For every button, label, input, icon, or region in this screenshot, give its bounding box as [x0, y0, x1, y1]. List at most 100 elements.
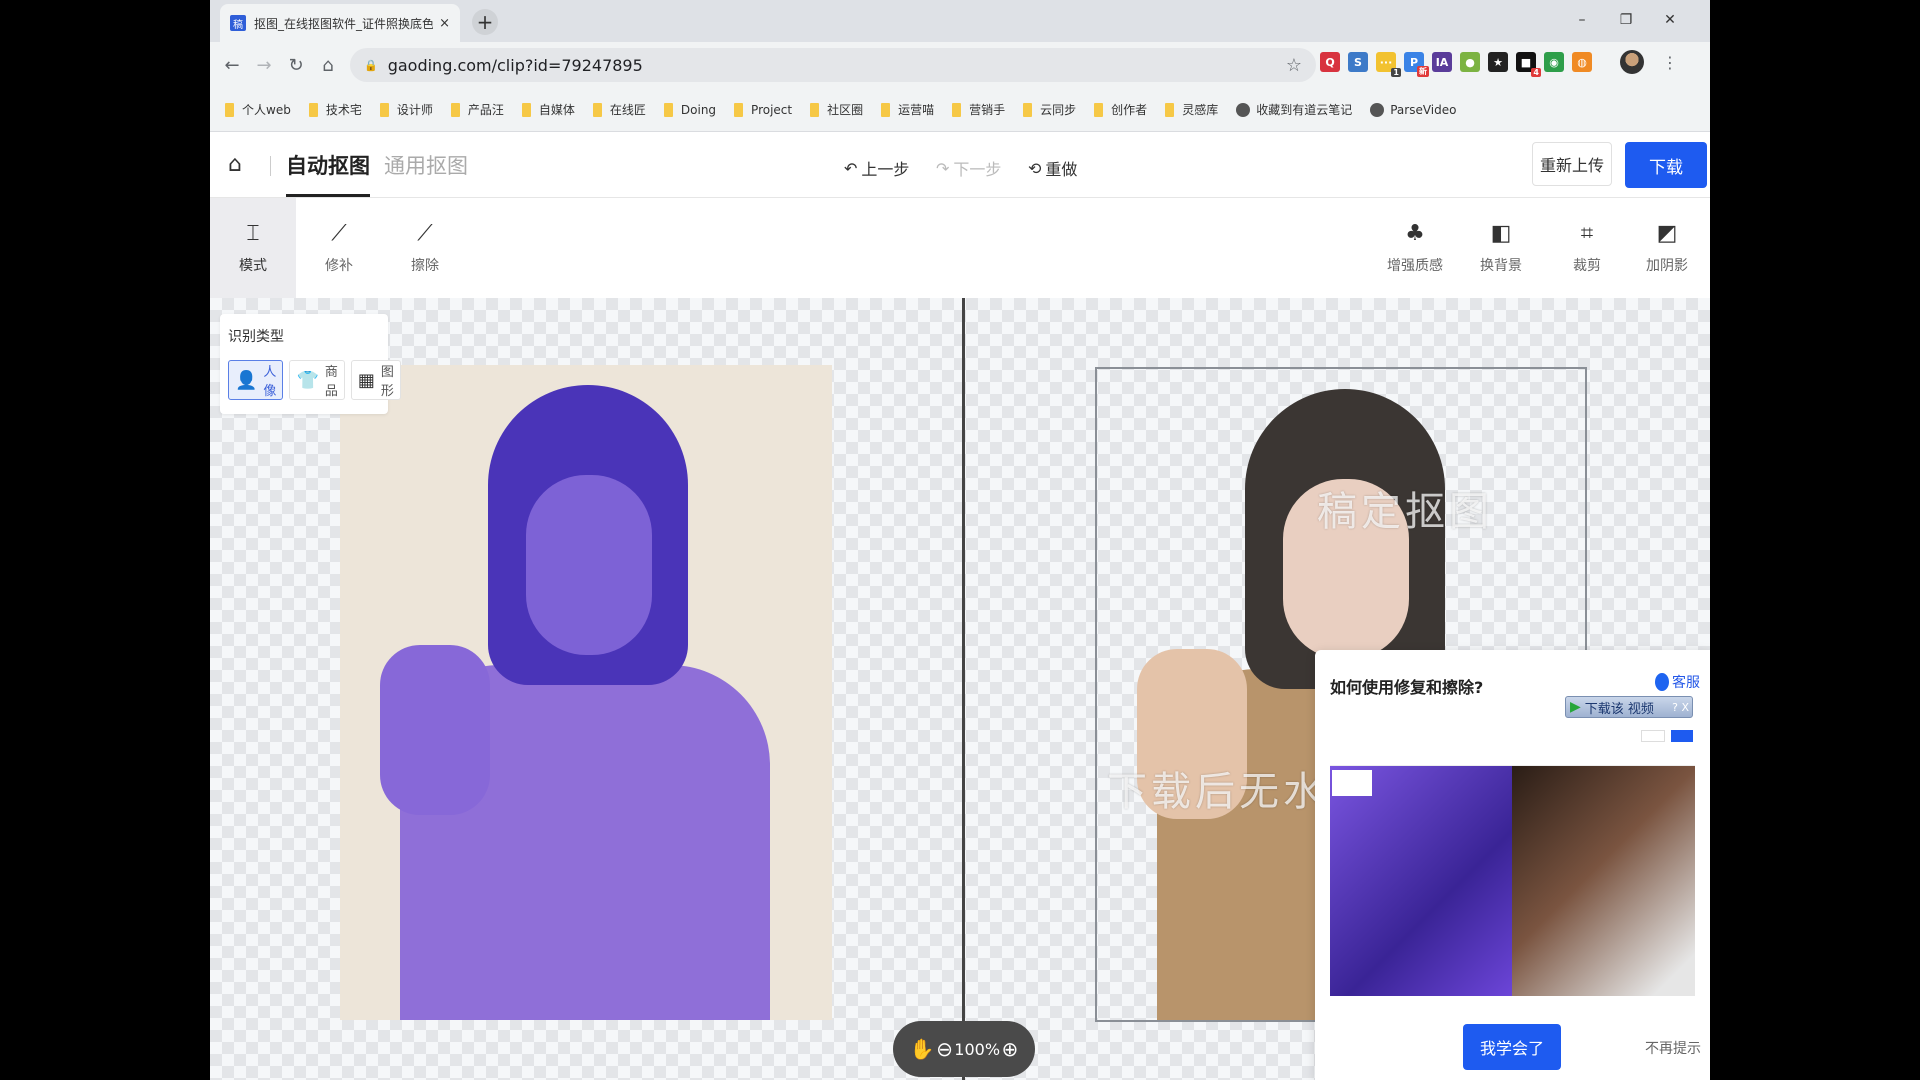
- notes-ext-icon[interactable]: ··· 1: [1376, 52, 1401, 77]
- tool-repair[interactable]: ⟋ 修补: [296, 198, 382, 298]
- home-icon[interactable]: ⌂: [228, 152, 242, 177]
- evernote-ext-icon[interactable]: ■ 4: [1516, 52, 1541, 77]
- zoom-in-icon[interactable]: ⊕: [1002, 1037, 1019, 1061]
- bookmark-star-icon[interactable]: ☆: [1286, 55, 1302, 76]
- tool-enhance[interactable]: ♣ 增强质感: [1372, 198, 1458, 298]
- undo-button[interactable]: ↶ 上一步: [844, 156, 909, 180]
- background-panel-icon: ◧: [1490, 221, 1512, 246]
- search-ext-icon[interactable]: Q: [1320, 52, 1340, 72]
- tool-erase[interactable]: ⟋ 擦除: [382, 198, 468, 298]
- new-tab-button[interactable]: +: [472, 9, 498, 35]
- type-product-button[interactable]: 👕 商品: [289, 360, 345, 400]
- tool-shadow[interactable]: ◩ 加阴影: [1624, 198, 1710, 298]
- bookmark-item[interactable]: 社区圈: [810, 101, 863, 118]
- p-ext-icon[interactable]: P新: [1404, 52, 1429, 77]
- bookmark-item[interactable]: 设计师: [379, 101, 433, 118]
- bookmark-label: ParseVideo: [1390, 102, 1457, 117]
- bookmark-label: 云同步: [1040, 103, 1077, 117]
- minimize-button[interactable]: –: [1560, 12, 1604, 28]
- bookmark-item[interactable]: 收藏到有道云笔记: [1236, 101, 1352, 118]
- tutorial-popup: 如何使用修复和擦除? 客服 ▶ 下载该 视频 ? X 我学会了 不再提示: [1315, 650, 1710, 1080]
- star-ext-icon[interactable]: ★: [1488, 52, 1508, 72]
- folder-icon: [521, 102, 531, 117]
- zoom-out-icon[interactable]: ⊖: [936, 1037, 953, 1061]
- close-window-button[interactable]: ✕: [1648, 12, 1692, 28]
- bookmark-item[interactable]: 营销手: [952, 101, 1005, 118]
- tool-crop[interactable]: ⌗ 裁剪: [1544, 198, 1630, 298]
- crop-icon: ⌗: [1580, 221, 1594, 246]
- tshirt-icon: 👕: [296, 369, 319, 391]
- source-image-with-mask[interactable]: [340, 365, 832, 1020]
- tab-title: 抠图_在线抠图软件_证件照换底色: [254, 16, 434, 31]
- compare-divider[interactable]: [962, 298, 965, 1080]
- tool-change-background[interactable]: ◧ 换背景: [1458, 198, 1544, 298]
- right-letterbox: [1710, 0, 1920, 1080]
- bookmark-item[interactable]: 个人web: [225, 101, 291, 118]
- type-portrait-label: 人像: [263, 365, 277, 399]
- bookmark-item[interactable]: 技术宅: [308, 101, 362, 118]
- app-header: ⌂ 自动抠图 通用抠图 ↶ 上一步 ↷ 下一步 ⟲ 重做 重新上传 下载: [210, 132, 1710, 198]
- orange-ext-icon[interactable]: ◍: [1572, 52, 1592, 72]
- tutorial-video-ui-preview: [1330, 728, 1695, 766]
- bookmark-item[interactable]: Project: [734, 102, 792, 117]
- tool-enhance-label: 增强质感: [1387, 258, 1443, 274]
- redo-label: 下一步: [953, 160, 1002, 179]
- bookmark-item[interactable]: 产品汪: [450, 101, 504, 118]
- tutorial-brush-panel: [1332, 770, 1372, 796]
- tutorial-masked-half: [1330, 766, 1512, 996]
- download-video-overlay[interactable]: ▶ 下载该 视频 ? X: [1565, 696, 1693, 718]
- globe-ext-icon[interactable]: ◉: [1544, 52, 1564, 72]
- type-product-label: 商品: [324, 365, 338, 399]
- ia-ext-icon[interactable]: IA: [1432, 52, 1452, 72]
- tool-repair-label: 修补: [325, 258, 353, 274]
- type-graphic-button[interactable]: ▦ 图形: [350, 360, 401, 400]
- tab-auto-cutout[interactable]: 自动抠图: [286, 150, 370, 197]
- bookmark-label: 技术宅: [325, 103, 362, 117]
- reupload-button[interactable]: 重新上传: [1532, 142, 1612, 186]
- redo-button[interactable]: ↷ 下一步: [936, 156, 1001, 180]
- editor-canvas[interactable]: 识别类型 👤 人像 👕 商品 ▦ 图形 稿定抠图 下载后无水印 ✋ ⊖ 100%…: [210, 298, 1710, 1080]
- folder-icon: [881, 102, 891, 117]
- download-button[interactable]: 下载: [1625, 142, 1707, 188]
- customer-service-link[interactable]: 客服: [1655, 672, 1700, 692]
- got-it-button[interactable]: 我学会了: [1463, 1024, 1561, 1070]
- reload-button[interactable]: ↻: [280, 55, 312, 76]
- bookmark-item[interactable]: Doing: [663, 102, 716, 117]
- bookmark-item[interactable]: 在线匠: [592, 101, 646, 118]
- tool-erase-label: 擦除: [411, 258, 439, 274]
- download-video-help-close[interactable]: ? X: [1672, 701, 1692, 714]
- tool-mode[interactable]: ⌶ 模式: [210, 198, 296, 298]
- home-button[interactable]: ⌂: [312, 55, 344, 76]
- bookmark-item[interactable]: 云同步: [1023, 101, 1076, 118]
- tool-mode-label: 模式: [239, 258, 267, 274]
- browser-tab[interactable]: 稿 抠图_在线抠图软件_证件照换底色 ×: [220, 4, 460, 42]
- bookmark-item[interactable]: 创作者: [1094, 101, 1147, 118]
- reset-button[interactable]: ⟲ 重做: [1028, 156, 1077, 180]
- bookmark-label: 设计师: [396, 103, 433, 117]
- tab-general-cutout[interactable]: 通用抠图: [384, 150, 468, 180]
- bookmark-item[interactable]: ParseVideo: [1370, 102, 1457, 117]
- bookmark-item[interactable]: 运营喵: [881, 101, 934, 118]
- forward-button[interactable]: →: [248, 55, 280, 76]
- back-button[interactable]: ←: [216, 55, 248, 76]
- address-bar[interactable]: 🔒 gaoding.com/clip?id=79247895 ☆: [350, 48, 1316, 82]
- bookmark-item[interactable]: 灵感库: [1165, 101, 1218, 118]
- tutorial-video[interactable]: [1330, 766, 1695, 996]
- tab-close-icon[interactable]: ×: [439, 16, 450, 31]
- type-portrait-button[interactable]: 👤 人像: [228, 360, 284, 400]
- bookmark-item[interactable]: 自媒体: [521, 101, 575, 118]
- shadow-icon: ◩: [1656, 221, 1678, 246]
- dont-remind-link[interactable]: 不再提示: [1645, 1038, 1701, 1058]
- customer-service-label: 客服: [1672, 675, 1700, 691]
- type-graphic-label: 图形: [380, 365, 394, 399]
- globe-icon: [1370, 102, 1385, 117]
- mode-frame-icon: ⌶: [246, 221, 260, 246]
- s-ext-icon[interactable]: S: [1348, 52, 1368, 72]
- browser-menu-icon[interactable]: ⋮: [1662, 53, 1678, 72]
- profile-avatar[interactable]: [1620, 50, 1644, 74]
- hand-pan-icon[interactable]: ✋: [910, 1037, 935, 1061]
- gaoding-favicon-icon: 稿: [230, 15, 246, 31]
- green-ext-icon[interactable]: ●: [1460, 52, 1480, 72]
- browser-toolbar: ← → ↻ ⌂ 🔒 gaoding.com/clip?id=79247895 ☆…: [210, 42, 1710, 88]
- restore-button[interactable]: ❐: [1604, 12, 1648, 28]
